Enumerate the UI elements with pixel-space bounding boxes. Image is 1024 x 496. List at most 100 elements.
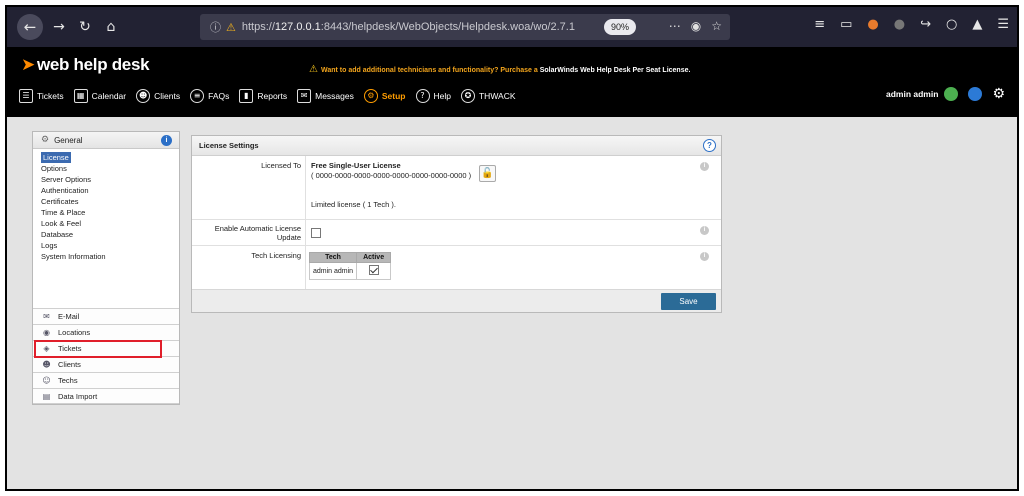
main-nav: ☰ Tickets ▦ Calendar ☻ Clients ≡ FAQs ▮ Repor… [19,89,526,103]
info-icon[interactable]: ⓘ [210,19,221,35]
library-icon[interactable]: ≡ [814,17,825,32]
tickets-highlight-annotation [34,340,162,358]
forward-arrow-icon[interactable]: → [49,17,69,37]
sidebar-link-options[interactable]: Options [41,163,179,174]
sidebar-link-look-feel[interactable]: Look & Feel [41,218,179,229]
table-header-active: Active [356,252,392,263]
data-import-icon: ▤ [42,391,51,401]
zoom-level[interactable]: 90% [604,19,636,35]
sidebar-item-data-import[interactable]: ▤ Data Import [33,388,179,404]
url-actions: ⋯ ◉ ☆ [669,19,722,33]
status-icon[interactable] [944,87,959,101]
help-icon[interactable]: ? [703,139,716,152]
help-icon: ? [415,89,430,103]
page-actions-icon[interactable]: ⋯ [669,19,681,33]
user-name[interactable]: admin admin [886,89,938,99]
screenshot-frame: ← → ↻ ⌂ ⓘ ⚠ https://127.0.0.1:8443/helpd… [5,5,1019,491]
user-area: admin admin ⚙ [886,87,1005,101]
license-info: Free Single-User License ( 0000-0000-000… [311,161,471,180]
profile-icon[interactable] [968,87,983,101]
nav-calendar[interactable]: ▦ Calendar [73,89,126,103]
report-icon: ▮ [239,89,254,103]
sidebar-toggle-icon[interactable]: ▭ [840,17,852,32]
app-logo[interactable]: ➤ web help desk [21,55,150,75]
insecure-lock-icon[interactable]: ⚠ [226,21,236,34]
location-pin-icon: ◉ [43,328,50,337]
faq-icon: ≡ [190,89,205,103]
extension-2-icon[interactable]: ● [894,17,905,32]
info-icon[interactable]: i [161,135,172,146]
clients-icon: ☻ [42,360,51,369]
home-icon[interactable]: ⌂ [101,17,121,37]
licensed-to-label: Licensed To [192,156,306,219]
nav-messages[interactable]: ✉ Messages [297,89,354,103]
nav-clients[interactable]: ☻ Clients [136,89,180,103]
mail-icon: ✉ [43,312,50,321]
panel-footer: Save [192,289,721,312]
sidebar-link-system-information[interactable]: System Information [41,251,179,262]
license-name: Free Single-User License [311,161,401,170]
nav-faqs[interactable]: ≡ FAQs [190,89,229,103]
menu-icon[interactable]: ☰ [997,17,1009,32]
thwack-icon: ✪ [460,89,475,103]
license-promo[interactable]: ⚠ Want to add additional technicians and … [309,64,690,75]
sidebar-link-logs[interactable]: Logs [41,240,179,251]
pocket-icon[interactable]: ◉ [691,19,701,33]
extension-3-icon[interactable]: ↪ [920,17,931,32]
logo-mark-icon: ➤ [21,55,35,75]
row-info-icon[interactable]: i [700,162,709,171]
settings-gear-icon[interactable]: ⚙ [992,87,1005,101]
warning-icon: ⚠ [309,64,318,75]
panel-title: License Settings [199,141,259,150]
sidebar-item-email[interactable]: ✉ E-Mail [33,308,179,324]
tech-icon: ☺ [42,376,51,385]
extension-4-icon[interactable]: ▲ [972,17,982,32]
sidebar-general-header[interactable]: ⚙ General i [33,132,179,149]
table-header-tech: Tech [308,252,358,263]
browser-extensions: ≡ ▭ ● ● ↪ ○ ▲ ☰ [814,17,1009,32]
active-checkbox[interactable] [368,265,379,275]
tech-licensing-table: Tech Active admin admin [308,252,392,280]
sidebar-link-time-place[interactable]: Time & Place [41,207,179,218]
calendar-icon: ▦ [73,89,88,103]
setup-gear-icon: ⚙ [363,89,378,103]
tech-name-cell: admin admin [308,262,358,280]
bookmark-star-icon[interactable]: ☆ [711,19,722,33]
row-info-icon[interactable]: i [700,226,709,235]
row-info-icon[interactable]: i [700,252,709,261]
url-text[interactable]: https://127.0.0.1:8443/helpdesk/WebObjec… [242,21,582,33]
sidebar-link-server-options[interactable]: Server Options [41,174,179,185]
license-key: ( 0000-0000-0000-0000-0000-0000-0000-000… [311,171,472,180]
extension-icon[interactable]: ● [867,17,878,32]
nav-help[interactable]: ? Help [415,89,451,103]
general-gear-icon: ⚙ [41,135,50,145]
nav-reports[interactable]: ▮ Reports [239,89,287,103]
account-icon[interactable]: ○ [946,17,957,32]
tech-licensing-label: Tech Licensing [192,246,306,289]
sidebar-item-techs[interactable]: ☺ Techs [33,372,179,388]
panel-header: License Settings ? [192,136,721,156]
license-limit: Limited license ( 1 Tech ). [311,200,396,209]
sidebar-link-authentication[interactable]: Authentication [41,185,179,196]
client-icon: ☻ [136,89,151,103]
sidebar-item-clients[interactable]: ☻ Clients [33,356,179,372]
sidebar-link-license[interactable]: License [41,152,71,163]
licensed-to-row: Licensed To Free Single-User License ( 0… [192,156,721,220]
license-settings-panel: License Settings ? Licensed To Free Sing… [191,135,722,313]
sidebar-link-certificates[interactable]: Certificates [41,196,179,207]
nav-setup[interactable]: ⚙ Setup [363,89,406,103]
sidebar-item-locations[interactable]: ◉ Locations [33,324,179,340]
browser-toolbar: ← → ↻ ⌂ ⓘ ⚠ https://127.0.0.1:8443/helpd… [7,7,1017,47]
address-bar[interactable]: ⓘ ⚠ https://127.0.0.1:8443/helpdesk/WebO… [200,14,730,40]
save-button[interactable]: Save [661,293,716,310]
envelope-icon: ✉ [297,89,312,103]
sidebar-link-database[interactable]: Database [41,229,179,240]
reload-icon[interactable]: ↻ [75,17,95,37]
tech-licensing-row: Tech Licensing Tech Active admin admin i [192,246,721,290]
nav-tickets[interactable]: ☰ Tickets [19,89,64,103]
back-arrow-icon[interactable]: ← [17,14,43,40]
auto-update-checkbox[interactable] [311,228,321,238]
nav-thwack[interactable]: ✪ THWACK [460,89,516,103]
lock-icon[interactable]: 🔓 [479,165,496,182]
app-header: ➤ web help desk ⚠ Want to add additional t… [7,47,1017,117]
